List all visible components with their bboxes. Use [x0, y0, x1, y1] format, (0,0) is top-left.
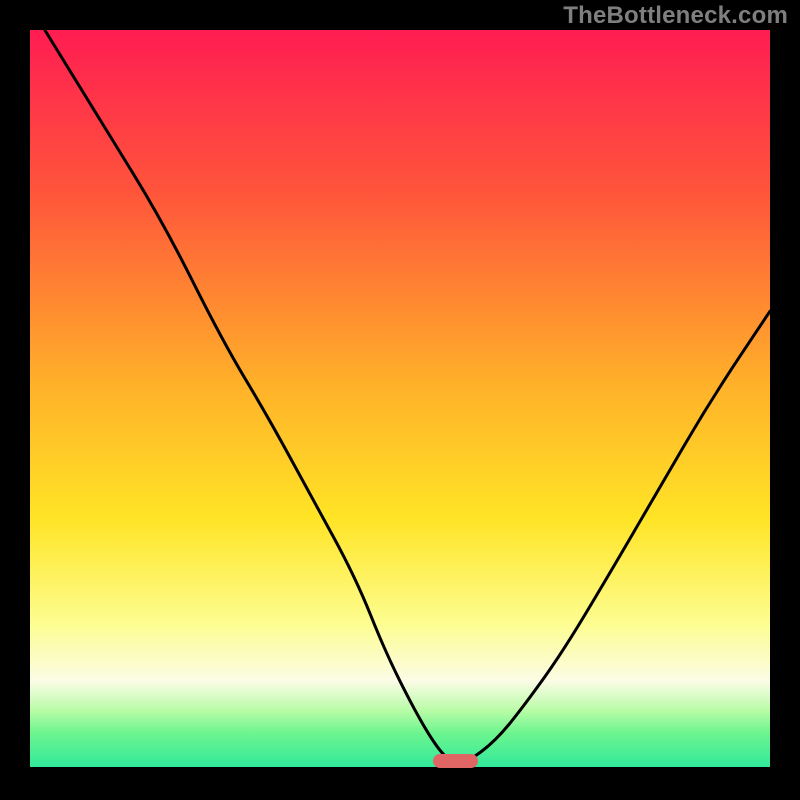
chart-plot-area	[30, 30, 770, 770]
watermark-text: TheBottleneck.com	[563, 2, 788, 30]
chart-baseline	[30, 767, 770, 770]
optimal-marker-pill	[433, 754, 477, 768]
bottleneck-curve	[30, 30, 770, 770]
